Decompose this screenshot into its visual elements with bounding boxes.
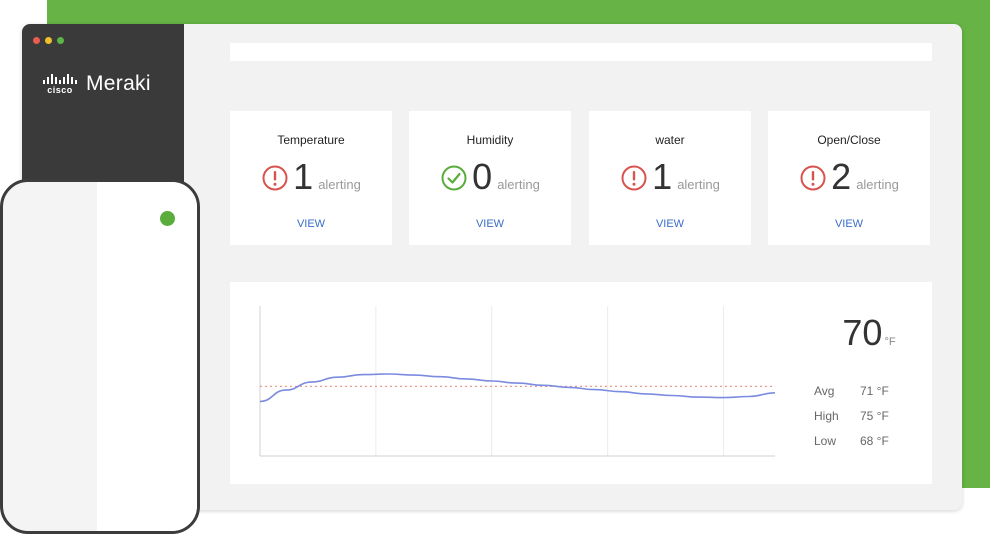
card-title: Open/Close bbox=[817, 133, 881, 147]
device-side-panel bbox=[97, 182, 197, 531]
view-link[interactable]: VIEW bbox=[768, 218, 930, 230]
card-title: Humidity bbox=[466, 133, 514, 147]
stat-value: 68 °F bbox=[860, 434, 889, 448]
card-title: Temperature bbox=[277, 133, 345, 147]
card-humidity: Humidity 0 alerting VIEW bbox=[409, 111, 571, 245]
card-open-close: Open/Close 2 alerting VIEW bbox=[768, 111, 930, 245]
alert-unit: alerting bbox=[318, 177, 361, 192]
alert-unit: alerting bbox=[497, 177, 540, 192]
current-temperature: 70 °F bbox=[806, 312, 932, 354]
stat-label: Avg bbox=[814, 384, 835, 398]
sensor-device bbox=[0, 179, 200, 534]
current-unit: °F bbox=[884, 336, 896, 348]
cisco-meraki-logo: cisco Meraki bbox=[42, 72, 151, 96]
temperature-chart bbox=[259, 306, 776, 457]
stat-value: 71 °F bbox=[860, 384, 889, 398]
view-link[interactable]: VIEW bbox=[589, 218, 751, 230]
current-value: 70 bbox=[842, 312, 883, 353]
card-temperature: Temperature 1 alerting VIEW bbox=[230, 111, 392, 245]
alert-unit: alerting bbox=[677, 177, 720, 192]
maximize-dot[interactable] bbox=[57, 37, 64, 44]
close-dot[interactable] bbox=[33, 37, 40, 44]
card-stat: 2 alerting bbox=[768, 159, 930, 195]
card-title: water bbox=[655, 133, 685, 147]
alert-count: 0 bbox=[472, 156, 493, 197]
alert-icon bbox=[800, 165, 826, 191]
stat-label: Low bbox=[814, 434, 837, 448]
card-stat: 1 alerting bbox=[589, 159, 751, 195]
view-link[interactable]: VIEW bbox=[409, 218, 571, 230]
view-link[interactable]: VIEW bbox=[230, 218, 392, 230]
cisco-bars-icon bbox=[43, 73, 77, 84]
alert-icon bbox=[262, 165, 288, 191]
temperature-series-line bbox=[259, 373, 776, 403]
alert-icon bbox=[621, 165, 647, 191]
window-controls bbox=[33, 37, 64, 44]
stat-value: 75 °F bbox=[860, 409, 889, 423]
alert-count: 1 bbox=[293, 156, 314, 197]
alert-count: 1 bbox=[652, 156, 673, 197]
top-bar bbox=[230, 43, 932, 61]
card-water: water 1 alerting VIEW bbox=[589, 111, 751, 245]
status-led bbox=[160, 211, 175, 226]
card-stat: 0 alerting bbox=[409, 159, 571, 195]
temperature-chart-panel: 70 °F Avg 71 °F High 75 °F Low 68 °F bbox=[230, 282, 932, 484]
cisco-wordmark: cisco bbox=[47, 84, 73, 95]
alert-count: 2 bbox=[831, 156, 852, 197]
card-stat: 1 alerting bbox=[230, 159, 392, 195]
temperature-readout: 70 °F Avg 71 °F High 75 °F Low 68 °F bbox=[806, 282, 932, 484]
cisco-logo: cisco bbox=[42, 73, 78, 95]
stat-label: High bbox=[814, 409, 839, 423]
check-icon bbox=[441, 165, 467, 191]
alert-unit: alerting bbox=[856, 177, 899, 192]
meraki-wordmark: Meraki bbox=[86, 72, 151, 95]
minimize-dot[interactable] bbox=[45, 37, 52, 44]
